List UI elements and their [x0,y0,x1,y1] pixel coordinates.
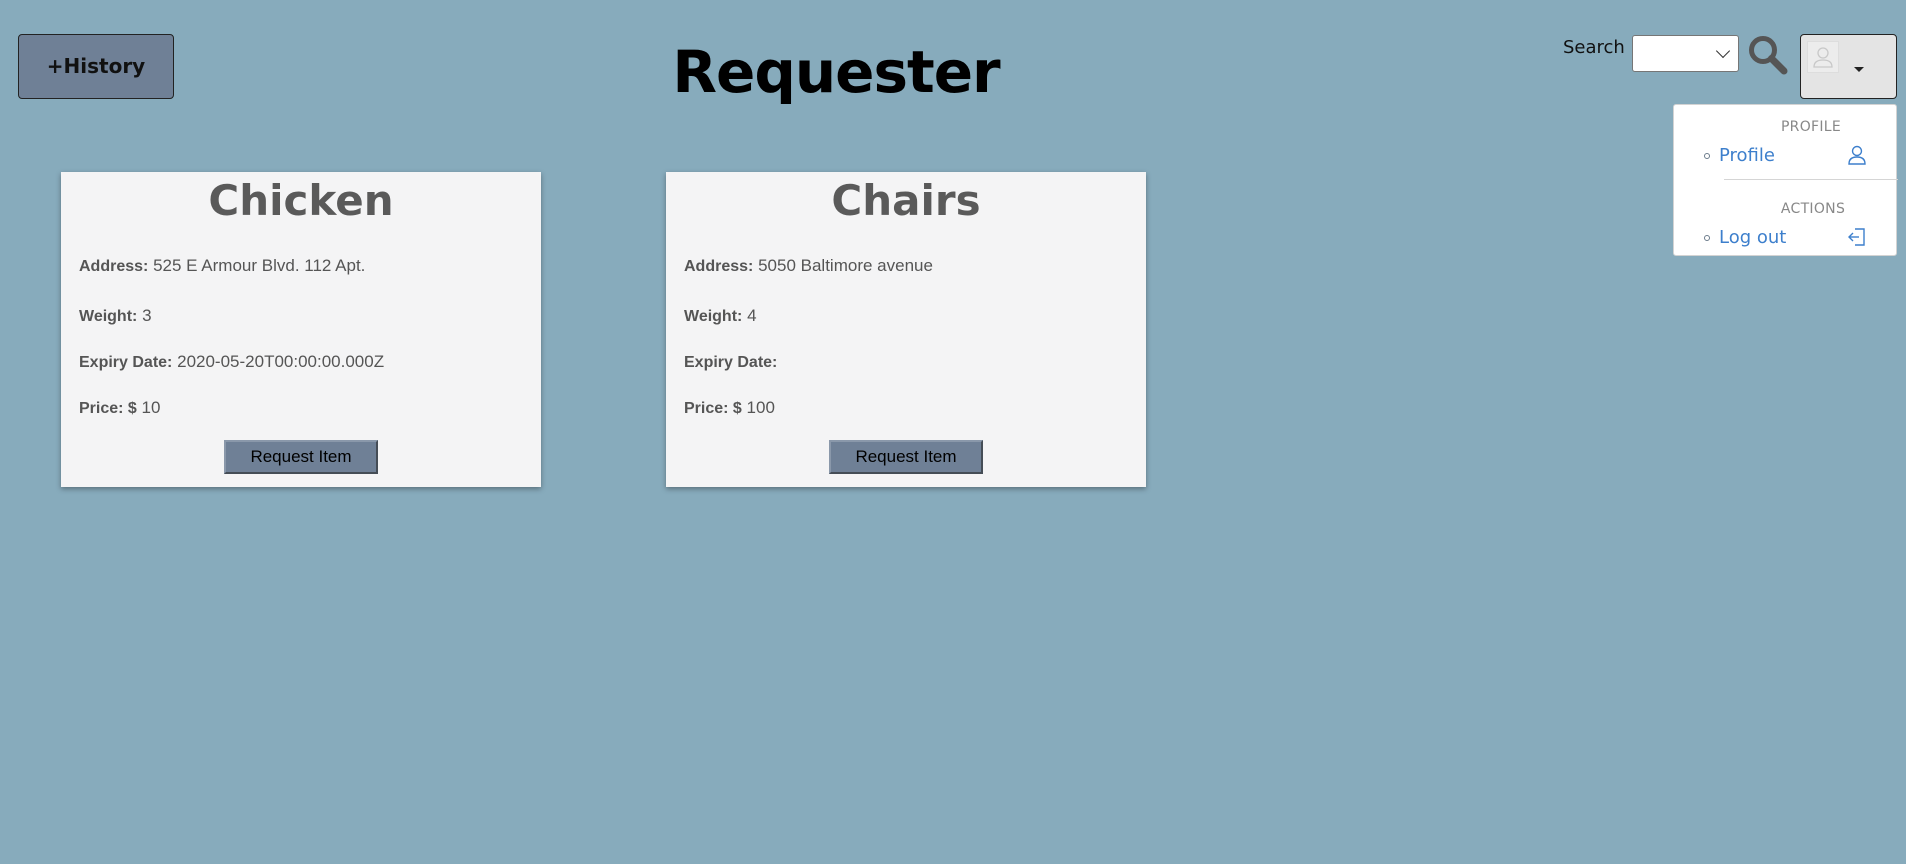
expiry-field: Expiry Date: [684,352,777,372]
user-silhouette-icon [1813,47,1833,68]
price-value: 10 [141,398,161,417]
search-icon[interactable] [1747,34,1789,76]
request-item-button[interactable]: Request Item [224,440,378,474]
actions-section-header: ACTIONS [1780,201,1846,217]
caret-down-icon [1854,67,1864,72]
address-value: 5050 Baltimore avenue [758,256,933,275]
menu-item-profile-label: Profile [1719,145,1775,166]
address-value: 525 E Armour Blvd. 112 Apt. [153,256,366,275]
price-label: Price: $ [684,400,742,417]
search-label: Search [1563,37,1625,58]
price-label: Price: $ [79,400,137,417]
item-card: Chairs Address: 5050 Baltimore avenue We… [666,172,1146,487]
weight-label: Weight: [79,308,138,325]
price-field: Price: $ 100 [684,398,775,418]
item-card: Chicken Address: 525 E Armour Blvd. 112 … [61,172,541,487]
menu-item-profile[interactable]: Profile [1704,144,1874,170]
expiry-value: 2020-05-20T00:00:00.000Z [177,352,385,371]
avatar [1807,41,1839,73]
weight-label: Weight: [684,308,743,325]
bullet-icon [1704,235,1710,241]
card-title: Chairs [831,176,981,225]
menu-divider [1724,179,1898,180]
expiry-label: Expiry Date: [684,354,778,371]
card-title: Chicken [208,176,394,225]
user-icon [1848,145,1866,165]
address-label: Address: [79,258,149,275]
address-field: Address: 525 E Armour Blvd. 112 Apt. [79,256,365,276]
expiry-label: Expiry Date: [79,354,173,371]
weight-value: 4 [747,306,757,325]
menu-item-logout-label: Log out [1719,227,1787,248]
request-item-button[interactable]: Request Item [829,440,983,474]
user-dropdown-menu: PROFILE Profile ACTIONS Log out [1673,104,1898,256]
expiry-field: Expiry Date: 2020-05-20T00:00:00.000Z [79,352,384,372]
address-field: Address: 5050 Baltimore avenue [684,256,933,276]
search-select[interactable] [1632,35,1739,72]
weight-field: Weight: 3 [79,306,152,326]
weight-field: Weight: 4 [684,306,757,326]
chevron-down-icon [1715,43,1731,59]
user-menu-button[interactable] [1800,34,1897,99]
address-label: Address: [684,258,754,275]
profile-section-header: PROFILE [1780,119,1842,135]
page-title: Requester [672,38,1000,106]
menu-item-logout[interactable]: Log out [1704,226,1874,252]
price-value: 100 [746,398,775,417]
price-field: Price: $ 10 [79,398,160,418]
bullet-icon [1704,153,1710,159]
weight-value: 3 [142,306,152,325]
logout-icon [1848,228,1865,246]
